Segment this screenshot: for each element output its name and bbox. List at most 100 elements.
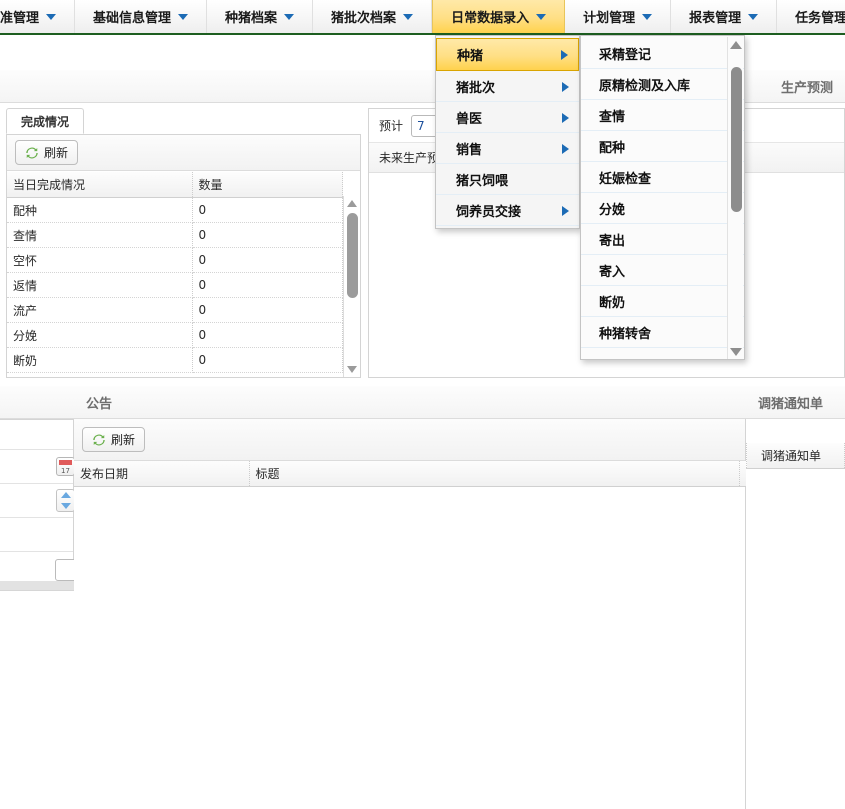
cell-quantity: 0 (192, 197, 343, 223)
menu-item-pig-batch[interactable]: 猪批次 (436, 71, 579, 102)
scrollbar-thumb[interactable] (347, 213, 358, 298)
table-row[interactable]: 空怀 0 (7, 247, 343, 273)
dropdown-daily-data-entry: 种猪 猪批次 兽医 销售 猪只饲喂 饲养员交接 (435, 35, 580, 229)
menu-item-breeding-pig-transfer[interactable]: 种猪转舍 (581, 317, 744, 348)
refresh-icon (92, 433, 106, 447)
chevron-down-icon (178, 13, 189, 20)
column-header-publish-date[interactable]: 发布日期 (74, 461, 250, 487)
completion-toolbar: 刷新 (7, 135, 360, 171)
menu-item-veterinary[interactable]: 兽医 (436, 102, 579, 133)
menu-item-breeding-pig[interactable]: 种猪 (436, 38, 579, 71)
chevron-down-icon (46, 13, 57, 20)
completion-table: 当日完成情况 数量 配种 0 查情 0 空怀 0 返情 0 流产 0 分娩 0 … (7, 172, 343, 373)
menu-item-task-management[interactable]: 任务管理 (777, 0, 845, 33)
table-row[interactable]: 断奶 0 (7, 347, 343, 373)
refresh-button[interactable]: 刷新 (82, 427, 146, 452)
menu-item-sales[interactable]: 销售 (436, 133, 579, 164)
menu-item-plan-management[interactable]: 计划管理 (565, 0, 672, 33)
transfer-panel-header: 调猪通知单 (746, 386, 845, 419)
table-header-row: 当日完成情况 数量 (7, 172, 343, 198)
chevron-right-icon (562, 81, 569, 92)
menu-item-label: 基础信息管理 (93, 11, 172, 26)
scroll-down-arrow-icon[interactable] (347, 366, 357, 373)
menu-item-feeder-handover[interactable]: 饲养员交接 (436, 195, 579, 226)
column-header-transfer-notice[interactable]: 调猪通知单 (746, 443, 845, 469)
cell-quantity: 0 (192, 272, 343, 298)
forecast-note-text: 未来生产预 (379, 151, 440, 165)
menu-item-label: 销售 (456, 143, 483, 158)
menu-item-label: 日常数据录入 (451, 11, 530, 26)
menu-item-standard-management[interactable]: 准管理 (0, 0, 76, 33)
chevron-right-icon (562, 112, 569, 123)
completion-tabstrip: 完成情况 (6, 108, 361, 135)
menu-item-pig-feeding[interactable]: 猪只饲喂 (436, 164, 579, 195)
forecast-days-label: 预计 (379, 119, 404, 133)
menu-item-receive-in[interactable]: 寄入 (581, 255, 744, 286)
scroll-down-arrow-icon[interactable] (730, 348, 742, 356)
submenu-scrollbar[interactable] (727, 37, 743, 359)
application-window: 准管理 基础信息管理 种猪档案 猪批次档案 日常数据录入 计划管理 报表管理 任… (0, 0, 845, 809)
chevron-down-icon (284, 13, 295, 20)
menu-item-label: 寄入 (599, 265, 626, 280)
menu-item-label: 饲养员交接 (456, 205, 522, 220)
table-row[interactable]: 配种 0 (7, 197, 343, 223)
scroll-up-arrow-icon[interactable] (347, 200, 357, 207)
menu-item-daily-data-entry[interactable]: 日常数据录入 (432, 0, 566, 33)
announcement-table: 发布日期 标题 (74, 461, 753, 487)
transfer-panel-title: 调猪通知单 (758, 396, 824, 412)
calendar-icon[interactable] (56, 457, 75, 476)
bottom-left-header-stub (0, 386, 74, 419)
menu-item-label: 种猪档案 (225, 11, 278, 26)
chevron-down-icon (748, 13, 759, 20)
menu-item-pregnancy-check[interactable]: 妊娠检查 (581, 162, 744, 193)
spinner-up-arrow-icon[interactable] (60, 492, 71, 499)
spinner-down-arrow-icon[interactable] (60, 502, 71, 509)
scrollbar-thumb[interactable] (731, 67, 742, 212)
menu-item-send-out[interactable]: 寄出 (581, 224, 744, 255)
table-row[interactable]: 返情 0 (7, 272, 343, 298)
table-row[interactable]: 流产 0 (7, 297, 343, 323)
menu-item-label: 猪只饲喂 (456, 174, 509, 189)
menu-item-label: 妊娠检查 (599, 172, 652, 187)
menu-item-report-management[interactable]: 报表管理 (671, 0, 778, 33)
scroll-up-arrow-icon[interactable] (730, 41, 742, 49)
announcement-empty-area (74, 487, 745, 807)
menu-item-label: 种猪转舍 (599, 327, 652, 342)
completion-table-scrollbar[interactable] (343, 196, 360, 377)
chevron-right-icon (562, 143, 569, 154)
table-row[interactable]: 查情 0 (7, 222, 343, 248)
number-spinner-icon[interactable] (56, 489, 75, 512)
left-column-footer-bar (0, 581, 74, 591)
column-header-title[interactable]: 标题 (249, 461, 740, 487)
menu-item-raw-semen-test-and-storage[interactable]: 原精检测及入库 (581, 69, 744, 100)
announcement-toolbar: 刷新 (74, 419, 745, 461)
menu-item-weaning[interactable]: 断奶 (581, 286, 744, 317)
completion-panel: 完成情况 刷新 当日完成情况 数量 配种 0 查情 0 空怀 0 返情 0 流产… (6, 108, 361, 378)
menu-item-label: 任务管理 (795, 11, 845, 26)
menu-item-farrowing[interactable]: 分娩 (581, 193, 744, 224)
dropdown-breeding-pig-submenu: 采精登记 原精检测及入库 查情 配种 妊娠检查 分娩 寄出 寄入 断奶 种猪转舍 (580, 35, 745, 360)
menu-item-breeding-pig-archive[interactable]: 种猪档案 (207, 0, 314, 33)
column-header-item[interactable]: 当日完成情况 (7, 172, 193, 198)
menu-item-semen-collection-record[interactable]: 采精登记 (581, 38, 744, 69)
refresh-button-label: 刷新 (111, 433, 136, 447)
menu-item-basic-info-management[interactable]: 基础信息管理 (75, 0, 208, 33)
menu-item-heat-detection[interactable]: 查情 (581, 100, 744, 131)
menu-item-label: 猪批次 (456, 81, 496, 96)
cell-quantity: 0 (192, 247, 343, 273)
announcement-panel-header: 公告 (74, 386, 746, 419)
tab-completion-status[interactable]: 完成情况 (6, 108, 85, 134)
menu-item-label: 采精登记 (599, 48, 652, 63)
column-header-quantity[interactable]: 数量 (192, 172, 343, 198)
menu-item-label: 断奶 (599, 296, 626, 311)
left-clipped-form-column (0, 419, 79, 588)
completion-table-body: 配种 0 查情 0 空怀 0 返情 0 流产 0 分娩 0 断奶 0 (7, 197, 343, 373)
menu-item-label: 准管理 (0, 11, 40, 26)
announcement-panel-title: 公告 (86, 396, 113, 412)
menu-item-mating[interactable]: 配种 (581, 131, 744, 162)
cell-item-name: 配种 (7, 197, 193, 223)
table-row[interactable]: 分娩 0 (7, 322, 343, 348)
refresh-button[interactable]: 刷新 (15, 140, 79, 165)
menu-item-pig-batch-archive[interactable]: 猪批次档案 (313, 0, 433, 33)
menu-item-label: 种猪 (457, 49, 484, 64)
